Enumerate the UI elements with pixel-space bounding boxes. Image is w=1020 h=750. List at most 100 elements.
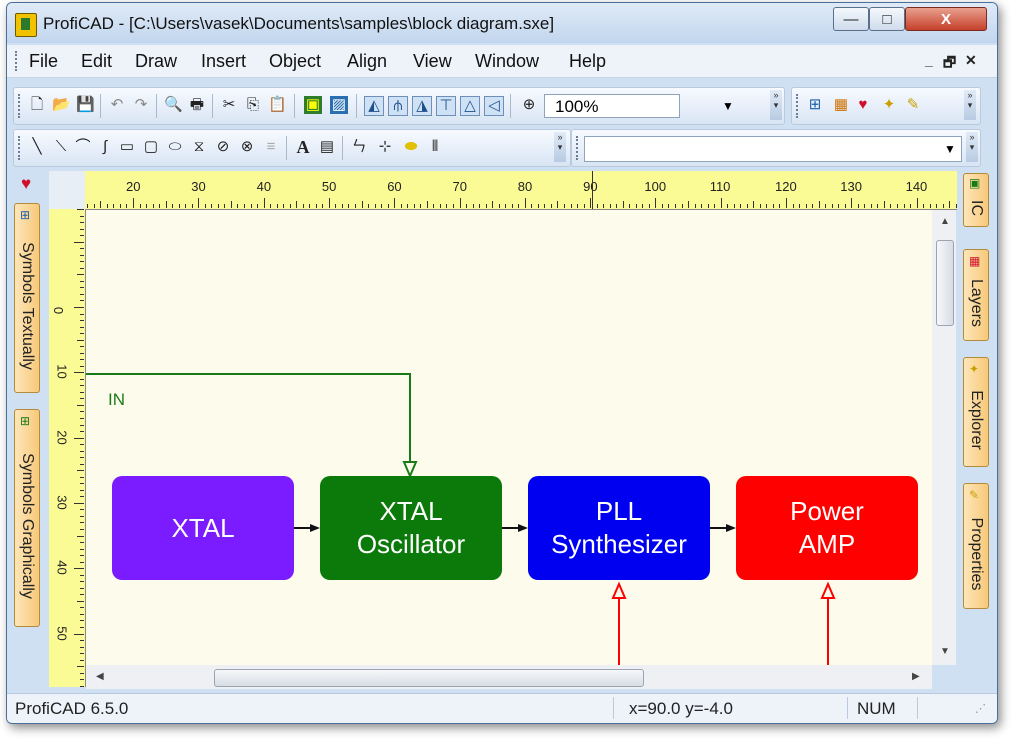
list-icon[interactable]: ≡ (262, 138, 280, 156)
block-xtal-oscillator[interactable]: XTAL Oscillator (320, 476, 502, 580)
toolbar-overflow-chevron[interactable]: » ▾ (964, 90, 976, 120)
wire-icon[interactable]: ㄣ (350, 138, 368, 156)
bus-icon[interactable]: ⦀ (426, 138, 444, 156)
menu-object[interactable]: Object (269, 51, 321, 72)
tab-properties[interactable]: ✎ Properties (963, 483, 989, 609)
left-dock-tabs: ♥ ⊞ Symbols Textually ⊞ Symbols Graphica… (11, 171, 43, 689)
mdi-close-button[interactable]: ✕ (965, 52, 977, 69)
junction-icon[interactable]: ⊹ (376, 138, 394, 156)
menu-file[interactable]: File (29, 51, 58, 72)
heart-icon[interactable]: ♥ (854, 96, 872, 114)
align-middle-icon[interactable]: △ (460, 96, 480, 116)
print-preview-icon[interactable]: 🔍 (164, 96, 183, 114)
vertical-scroll-thumb[interactable] (936, 240, 954, 326)
image-icon[interactable]: ▣ (304, 96, 322, 114)
block-xtal[interactable]: XTAL (112, 476, 294, 580)
tab-explorer[interactable]: ✦ Explorer (963, 357, 989, 467)
maximize-button[interactable]: □ (869, 7, 905, 31)
copy-icon[interactable]: ⎘ (244, 96, 262, 114)
tag-icon[interactable]: ⬬ (402, 138, 420, 156)
align-bottom-icon[interactable]: ◁ (484, 96, 504, 116)
scroll-up-icon[interactable]: ▲ (940, 216, 950, 227)
drawing-canvas[interactable]: IN XTAL XTAL Oscillator PLL Synthesizer … (86, 210, 932, 665)
zoom-icon[interactable]: ⊕ (520, 96, 538, 114)
scroll-right-icon[interactable]: ▶ (912, 671, 920, 682)
menu-edit[interactable]: Edit (81, 51, 112, 72)
menu-draw[interactable]: Draw (135, 51, 177, 72)
undo-icon[interactable]: ↶ (108, 96, 126, 114)
align-top-icon[interactable]: ⊤ (436, 96, 456, 116)
horizontal-scroll-thumb[interactable] (214, 669, 644, 687)
align-center-icon[interactable]: ⫛ (388, 96, 408, 116)
new-icon[interactable]: 🗋 (28, 96, 46, 114)
align-left-icon[interactable]: ◭ (364, 96, 384, 116)
vertical-scrollbar[interactable]: ▲ ▼ (932, 210, 956, 665)
block-pll-synthesizer[interactable]: PLL Synthesizer (528, 476, 710, 580)
hatched-circle-icon[interactable]: ⊗ (238, 138, 256, 156)
polyline-icon[interactable]: ⟍ (52, 138, 70, 156)
menu-insert[interactable]: Insert (201, 51, 246, 72)
open-icon[interactable]: 📂 (52, 96, 71, 114)
tab-symbols-textually[interactable]: ⊞ Symbols Textually (14, 203, 40, 393)
input-label[interactable]: IN (108, 390, 125, 410)
ruler-tick (550, 204, 552, 208)
tab-ic[interactable]: ▣ IC (963, 173, 989, 227)
textbox-icon[interactable]: ▤ (318, 138, 336, 156)
resize-grip-icon[interactable]: ⋰ (975, 702, 986, 715)
redo-icon[interactable]: ↷ (132, 96, 150, 114)
favorites-heart-icon[interactable]: ♥ (17, 175, 35, 193)
property-combo[interactable] (584, 136, 962, 162)
menu-help[interactable]: Help (569, 51, 606, 72)
toolbar-grip[interactable] (18, 94, 23, 118)
scroll-left-icon[interactable]: ◀ (96, 671, 104, 682)
ellipse-icon[interactable]: ⬭ (166, 138, 184, 156)
menu-align[interactable]: Align (347, 51, 387, 72)
zoom-combo[interactable]: 100% (544, 94, 680, 118)
menubar-grip[interactable] (15, 51, 20, 71)
toolbar-grip[interactable] (796, 94, 801, 118)
layers-icon[interactable]: ▦ (832, 96, 850, 114)
arc-icon[interactable]: ⌒ (74, 138, 92, 156)
ruler-tick (80, 496, 84, 498)
explorer-icon[interactable]: ✦ (880, 96, 898, 114)
tab-layers[interactable]: ▦ Layers (963, 249, 989, 341)
text-icon[interactable]: A (294, 138, 312, 156)
align-right-icon[interactable]: ◮ (412, 96, 432, 116)
toolbar-overflow-chevron[interactable]: » ▾ (770, 90, 782, 120)
close-button[interactable]: X (905, 7, 987, 31)
toolbar-grip[interactable] (576, 136, 581, 160)
chevron-down-icon[interactable]: ▼ (718, 95, 738, 117)
scroll-down-icon[interactable]: ▼ (940, 646, 950, 657)
minimize-button[interactable]: — (833, 7, 869, 31)
properties-icon[interactable]: ✎ (904, 96, 922, 114)
menu-window[interactable]: Window (475, 51, 539, 72)
ruler-tick (80, 293, 84, 295)
hierarchy-icon[interactable]: ⊞ (806, 96, 824, 114)
hatched-ellipse-icon[interactable]: ⊘ (214, 138, 232, 156)
save-icon[interactable]: 💾 (76, 96, 95, 114)
picture-icon[interactable]: ▨ (330, 96, 348, 114)
rounded-rect-icon[interactable]: ▢ (142, 138, 160, 156)
amp-control-arrow (820, 581, 836, 599)
triangle-icon[interactable]: ⧖ (190, 138, 208, 156)
cut-icon[interactable]: ✂ (220, 96, 238, 114)
chevron-down-icon[interactable]: ▼ (940, 138, 960, 160)
block-power-amp[interactable]: Power AMP (736, 476, 918, 580)
input-wire[interactable] (86, 373, 411, 464)
mdi-restore-button[interactable]: 🗗 (943, 52, 956, 76)
horizontal-scrollbar[interactable]: ◀ ▶ (86, 665, 932, 689)
menu-view[interactable]: View (413, 51, 452, 72)
toolbar-overflow-chevron[interactable]: » ▾ (554, 132, 566, 162)
tab-symbols-graphically[interactable]: ⊞ Symbols Graphically (14, 409, 40, 627)
vertical-ruler: 0 10 20 30 40 50 (49, 209, 86, 687)
paste-icon[interactable]: 📋 (268, 96, 287, 114)
ruler-tick (80, 280, 84, 282)
toolbar-overflow-chevron[interactable]: » ▾ (966, 132, 978, 162)
rectangle-icon[interactable]: ▭ (118, 138, 136, 156)
print-icon[interactable]: 🖶 (188, 96, 206, 114)
ruler-tick (518, 204, 520, 208)
mdi-minimize-button[interactable]: _ (925, 52, 933, 68)
toolbar-grip[interactable] (18, 136, 23, 160)
curve-icon[interactable]: ∫ (96, 138, 114, 156)
line-icon[interactable]: ╲ (28, 138, 46, 156)
